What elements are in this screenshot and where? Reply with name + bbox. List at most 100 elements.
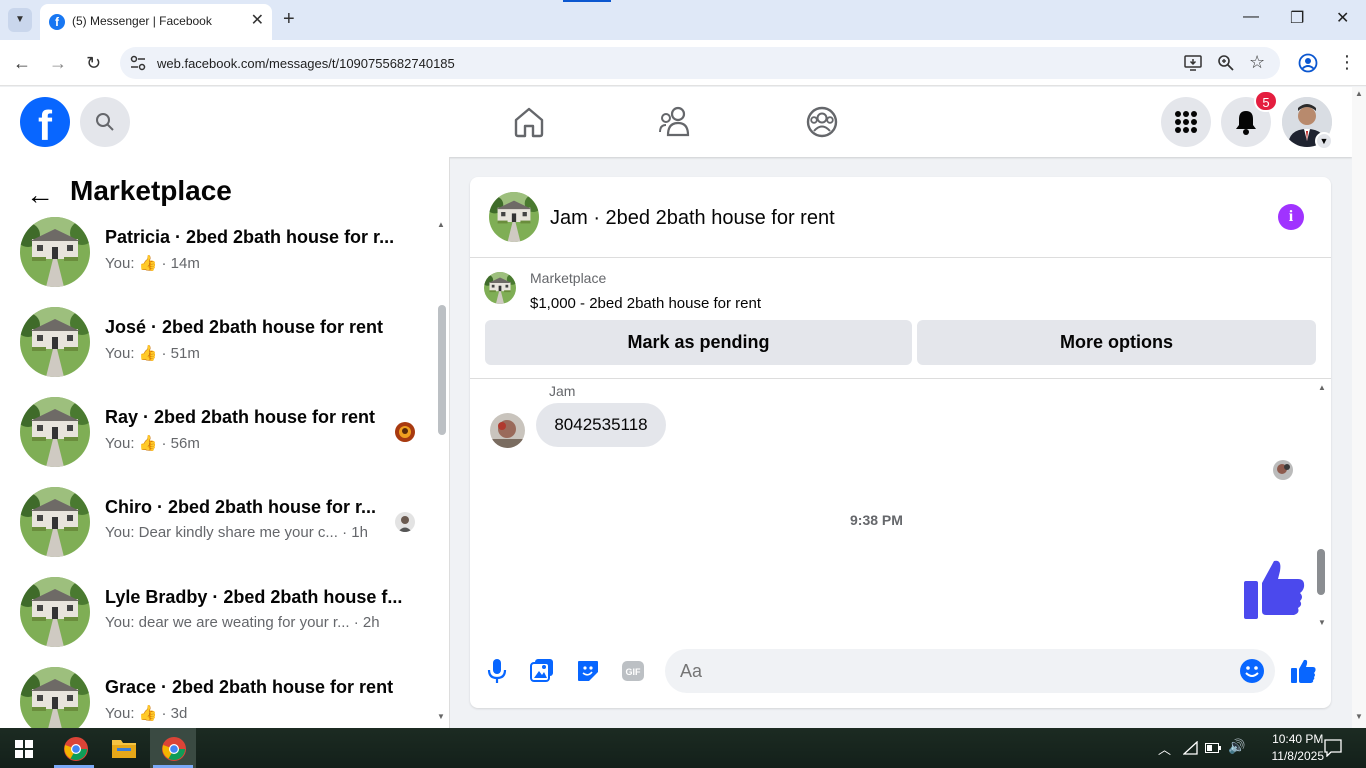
conversation-title: Ray · 2bed 2bath house for rent [105,407,376,427]
conversation-item[interactable]: Grace · 2bed 2bath house for rent You: 👍… [0,667,430,728]
browser-menu-icon[interactable]: ⋮ [1338,52,1356,73]
facebook-logo-icon[interactable]: f [20,97,70,147]
conversation-preview: You: Dear kindly share me your c... · 1h [105,524,368,541]
photo-icon[interactable] [530,658,554,682]
listing-thumbnail [20,577,90,647]
reload-icon[interactable]: ↻ [86,53,101,74]
conversation-title: Grace · 2bed 2bath house for rent [105,677,394,697]
tab-search-button[interactable]: ▼ [8,8,32,32]
page-scroll-down-icon[interactable]: ▼ [1355,712,1363,721]
back-icon[interactable]: ← [13,53,31,74]
file-explorer-icon[interactable] [111,737,137,759]
groups-icon[interactable] [805,105,839,139]
listing-thumbnail [20,667,90,728]
url-bar[interactable]: web.facebook.com/messages/t/109075568274… [120,47,1280,79]
windows-start-icon[interactable] [15,740,33,758]
message-input[interactable] [680,659,1220,683]
windows-taskbar: ︿ 🔊 10:40 PM 11/8/2025 [0,728,1366,768]
chrome-profile-icon [162,737,186,761]
conversation-item[interactable]: Patricia · 2bed 2bath house for r... You… [0,217,430,307]
volume-icon[interactable]: 🔊 [1228,738,1245,755]
bookmark-star-icon[interactable]: ☆ [1249,52,1265,73]
preview-text: You: dear we are weating for your r... [105,614,350,631]
battery-icon[interactable] [1205,743,1221,753]
conversation-preview: You: 👍 · 3d [105,704,187,722]
network-icon[interactable] [1183,741,1199,755]
message-composer[interactable] [665,649,1275,693]
notification-badge: 5 [1254,90,1278,112]
chat-title[interactable]: Jam · 2bed 2bath house for rent [550,207,835,230]
page-scroll-up-icon[interactable]: ▲ [1355,89,1363,98]
conversation-preview: You: dear we are weating for your r... ·… [105,614,380,631]
chrome-profile-taskbar-button[interactable] [150,728,196,768]
clock-time: 10:40 PM [1272,732,1324,746]
close-window-icon[interactable]: ✕ [1336,8,1349,28]
tab-title: (5) Messenger | Facebook [72,14,212,28]
conversation-title: Patricia · 2bed 2bath house for r... [105,227,395,247]
marketplace-chats-panel: ← Marketplace Patricia · 2bed 2bath hous… [0,157,450,728]
home-icon[interactable] [512,105,546,139]
account-chevron-icon[interactable]: ▼ [1315,132,1333,150]
svg-text:GIF: GIF [626,667,642,677]
minimize-icon[interactable]: — [1243,8,1259,26]
site-settings-icon[interactable] [130,55,146,71]
microphone-icon[interactable] [487,658,507,684]
listing-label: Marketplace [530,270,607,286]
preview-text: You: [105,255,139,272]
chat-listing-thumbnail[interactable] [489,192,539,242]
forward-icon[interactable]: → [49,53,67,74]
conversation-time: · 14m [161,255,200,272]
send-like-icon[interactable] [1290,658,1316,684]
chat-scroll-down-icon[interactable]: ▼ [1318,618,1326,627]
gif-icon[interactable]: GIF [621,659,645,683]
mark-as-pending-button[interactable]: Mark as pending [485,320,912,365]
conversation-item[interactable]: Lyle Bradby · 2bed 2bath house f... You:… [0,577,430,667]
profile-icon[interactable] [1298,53,1318,73]
conversation-title: Chiro · 2bed 2bath house for r... [105,497,377,517]
sticker-icon[interactable] [576,659,600,683]
conversation-preview: You: 👍 · 14m [105,254,200,272]
conversation-item[interactable]: Ray · 2bed 2bath house for rent You: 👍 ·… [0,397,430,487]
browser-tab[interactable]: f (5) Messenger | Facebook ✕ [40,4,272,40]
new-tab-icon[interactable]: + [283,8,295,31]
conversation-time: · 1h [342,524,368,541]
listing-mini-thumbnail[interactable] [484,272,516,304]
tab-close-icon[interactable]: ✕ [251,10,264,30]
conversation-item[interactable]: Chiro · 2bed 2bath house for r... You: D… [0,487,430,577]
emoji-icon[interactable] [1239,658,1265,684]
back-arrow-icon[interactable]: ← [26,179,54,211]
listing-item[interactable]: $1,000 - 2bed 2bath house for rent [530,295,761,312]
search-button[interactable] [80,97,130,147]
preview-text: You: [105,435,139,452]
message-bubble[interactable]: 8042535118 [536,403,666,447]
show-hidden-icons-icon[interactable]: ︿ [1158,739,1171,758]
friends-icon[interactable] [657,105,693,139]
conversation-title: Lyle Bradby · 2bed 2bath house f... [105,587,403,607]
scroll-down-arrow-icon[interactable]: ▼ [437,712,445,721]
panel-title: Marketplace [70,175,232,206]
chat-scroll-up-icon[interactable]: ▲ [1318,383,1326,392]
conversation-item[interactable]: José · 2bed 2bath house for rent You: 👍 … [0,307,430,397]
facebook-favicon-icon: f [49,14,65,30]
search-icon [96,113,114,131]
sender-avatar[interactable] [490,413,525,448]
listing-thumbnail [20,307,90,377]
install-app-icon[interactable] [1184,54,1202,72]
chrome-taskbar-icon[interactable] [63,736,89,762]
more-options-button[interactable]: More options [917,320,1316,365]
conversation-time: · 2h [353,614,380,631]
system-clock[interactable]: 10:40 PM 11/8/2025 [1272,731,1325,765]
notification-center-icon[interactable] [1324,739,1342,757]
large-like-icon [1244,560,1305,619]
facebook-header: f 5 ▼ [0,87,1352,157]
listing-thumbnail [20,397,90,467]
restore-icon[interactable]: ❐ [1290,8,1304,28]
address-toolbar: ← → ↻ web.facebook.com/messages/t/109075… [0,40,1366,86]
zoom-icon[interactable] [1217,54,1235,72]
chat-scrollbar[interactable] [1317,549,1325,595]
info-icon[interactable]: i [1278,204,1304,230]
page-scrollbar[interactable]: ▲ ▼ [1352,87,1366,728]
conversation-list-scrollbar[interactable] [438,305,446,435]
scroll-up-arrow-icon[interactable]: ▲ [437,220,445,229]
menu-button[interactable] [1161,97,1211,147]
